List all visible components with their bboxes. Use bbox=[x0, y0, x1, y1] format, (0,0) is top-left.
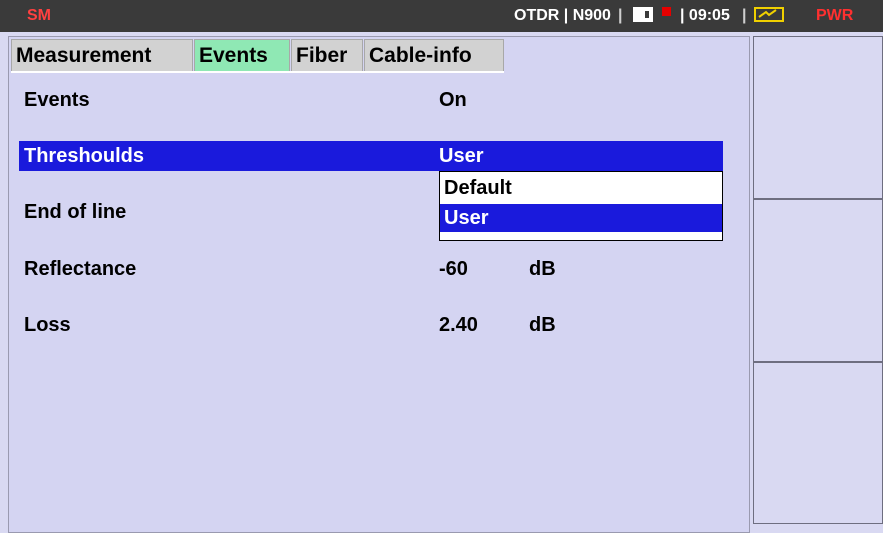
dropdown-option-default[interactable]: Default bbox=[440, 174, 722, 202]
events-value[interactable]: On bbox=[439, 88, 467, 112]
record-indicator-icon bbox=[662, 7, 671, 16]
softkey-3[interactable] bbox=[753, 362, 883, 524]
softkey-2[interactable] bbox=[753, 199, 883, 362]
thresholds-label: Threshoulds bbox=[24, 145, 145, 167]
loss-unit: dB bbox=[529, 314, 556, 336]
thresholds-row[interactable]: Threshoulds User bbox=[19, 141, 723, 171]
end-of-line-label[interactable]: End of line bbox=[24, 200, 126, 224]
dropdown-option-user[interactable]: User bbox=[440, 204, 722, 232]
tab-measurement[interactable]: Measurement bbox=[11, 39, 193, 71]
softkey-1[interactable] bbox=[753, 36, 883, 199]
sd-card-icon bbox=[633, 7, 653, 22]
softkey-column bbox=[753, 36, 883, 533]
device-title: OTDR | N900 bbox=[514, 7, 611, 24]
tab-underline bbox=[11, 71, 504, 73]
clock-time: | 09:05 bbox=[680, 7, 730, 24]
thresholds-value: User bbox=[439, 145, 484, 167]
settings-panel: Measurement Events Fiber Cable-info Even… bbox=[8, 36, 750, 533]
tab-events[interactable]: Events bbox=[194, 39, 290, 71]
battery-charging-icon bbox=[754, 7, 784, 22]
reflectance-value[interactable]: -60 bbox=[439, 257, 468, 281]
loss-label[interactable]: Loss bbox=[24, 313, 71, 337]
status-separator: | bbox=[618, 7, 623, 24]
tab-cable-info[interactable]: Cable-info bbox=[364, 39, 504, 71]
tab-fiber[interactable]: Fiber bbox=[291, 39, 363, 71]
thresholds-dropdown[interactable]: Default User bbox=[439, 171, 723, 241]
events-label[interactable]: Events bbox=[24, 88, 90, 112]
loss-value[interactable]: 2.40 bbox=[439, 313, 478, 337]
reflectance-unit: dB bbox=[529, 258, 556, 280]
status-bar: SM OTDR | N900 | | 09:05 | PWR bbox=[0, 0, 883, 32]
mode-indicator: SM bbox=[27, 7, 51, 24]
power-indicator: PWR bbox=[816, 7, 854, 24]
reflectance-label[interactable]: Reflectance bbox=[24, 257, 136, 281]
status-separator: | bbox=[742, 7, 747, 24]
left-edge bbox=[0, 32, 8, 533]
